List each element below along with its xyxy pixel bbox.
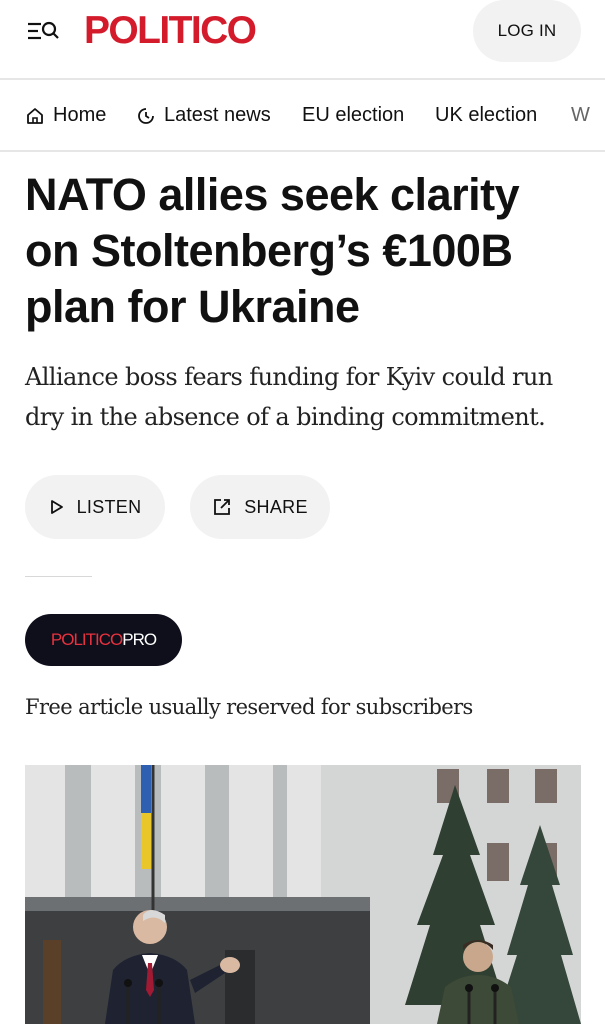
share-label: SHARE (244, 496, 308, 517)
nav-item-eu-election[interactable]: EU election (302, 104, 404, 127)
home-icon (27, 107, 43, 124)
divider (25, 576, 92, 577)
badge-politico: POLITICO (50, 630, 123, 649)
nav-item-label: UK election (435, 104, 538, 126)
site-header: POLITICO LOG IN (0, 0, 605, 80)
section-nav: Home Latest news EU election UK election… (0, 82, 605, 152)
clock-icon (138, 107, 154, 124)
article-dek: Alliance boss fears funding for Kyiv cou… (25, 363, 553, 431)
share-button[interactable]: SHARE (190, 475, 330, 539)
article-photo (25, 765, 581, 1024)
article-headline: NATO allies seek clarity on Stoltenberg’… (25, 169, 520, 332)
nav-item-label: Latest news (164, 104, 271, 126)
nav-item-truncated[interactable]: W (571, 104, 590, 127)
listen-button[interactable]: LISTEN (25, 475, 165, 539)
share-icon (214, 499, 231, 515)
nav-item-uk-election[interactable]: UK election (435, 104, 537, 127)
play-icon (50, 500, 63, 514)
site-logo[interactable]: POLITICO (84, 10, 257, 52)
nav-item-latest-news[interactable]: Latest news (136, 104, 271, 127)
listen-label: LISTEN (76, 496, 142, 517)
free-article-note: Free article usually reserved for subscr… (25, 695, 473, 719)
nav-item-label: W (571, 104, 590, 126)
menu-search-icon[interactable] (26, 16, 62, 46)
politico-pro-badge: POLITICO PRO (25, 614, 182, 666)
nav-item-home[interactable]: Home (25, 104, 106, 127)
login-button[interactable]: LOG IN (473, 0, 581, 62)
badge-pro: PRO (122, 630, 157, 649)
nav-item-label: EU election (302, 104, 405, 126)
nav-item-label: Home (53, 104, 107, 126)
